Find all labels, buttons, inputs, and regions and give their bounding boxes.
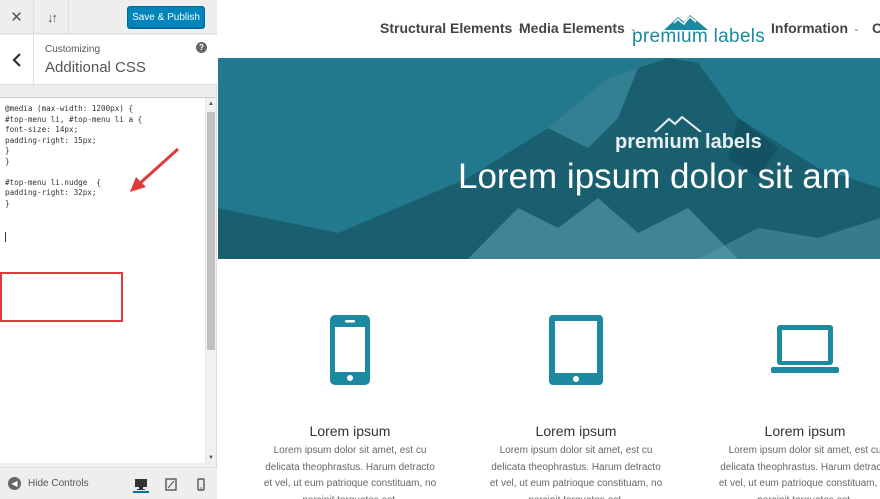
feature-card: Lorem ipsum Lorem ipsum dolor sit amet, … bbox=[486, 315, 666, 499]
feature-card: Lorem ipsum Lorem ipsum dolor sit amet, … bbox=[715, 315, 880, 499]
feature-title: Lorem ipsum bbox=[309, 423, 391, 439]
breadcrumb: Customizing bbox=[45, 44, 101, 55]
smartphone-icon bbox=[330, 315, 370, 385]
hero-logo-text: premium labels bbox=[615, 131, 762, 153]
text-cursor bbox=[5, 232, 6, 242]
hero-title: Lorem ipsum dolor sit am bbox=[458, 157, 851, 196]
site-preview: Structural Elements ⌄ Media Elements ⌄ pre… bbox=[218, 0, 880, 499]
hero-banner: premium labels Lorem ipsum dolor sit am bbox=[218, 58, 880, 259]
help-icon[interactable]: ? bbox=[196, 42, 207, 53]
feature-text: Lorem ipsum dolor sit amet, est cu delic… bbox=[718, 445, 880, 499]
customizer-header: ✕ ↓↑ Save & Publish bbox=[0, 0, 217, 34]
menu-item-truncated[interactable]: C bbox=[872, 20, 880, 36]
scroll-up-icon[interactable]: ▲ bbox=[207, 100, 215, 108]
annotation-arrow bbox=[130, 147, 180, 192]
menu-item-structural-elements[interactable]: Structural Elements ⌄ bbox=[380, 20, 524, 36]
scrollbar-thumb[interactable] bbox=[207, 112, 215, 350]
logo-text: premium labels bbox=[632, 26, 766, 47]
top-menu: Structural Elements ⌄ Media Elements ⌄ pre… bbox=[218, 0, 880, 57]
tablet-icon bbox=[549, 315, 603, 385]
feature-text: Lorem ipsum dolor sit amet, est cu delic… bbox=[263, 445, 437, 499]
save-publish-button[interactable]: Save & Publish bbox=[127, 6, 205, 28]
customizer-panel: ✕ ↓↑ Save & Publish Customizing Addition… bbox=[0, 0, 217, 499]
chevron-left-icon bbox=[11, 53, 21, 67]
feature-title: Lorem ipsum bbox=[764, 423, 846, 439]
editor-scrollbar[interactable]: ▲ ▼ bbox=[205, 98, 215, 463]
section-title: Additional CSS bbox=[45, 59, 146, 76]
hide-controls-icon: ◀ bbox=[8, 477, 21, 490]
scroll-down-icon[interactable]: ▼ bbox=[207, 454, 215, 462]
site-logo[interactable]: premium labels bbox=[632, 12, 765, 48]
hero-logo: premium labels bbox=[615, 116, 770, 154]
annotation-highlight-box bbox=[0, 272, 123, 322]
feature-card: Lorem ipsum Lorem ipsum dolor sit amet, … bbox=[260, 315, 440, 499]
reorder-icon[interactable]: ↓↑ bbox=[35, 0, 69, 34]
css-code[interactable]: @media (max-width: 1200px) { #top-menu l… bbox=[5, 104, 142, 209]
menu-item-label: Media Elements bbox=[519, 20, 625, 36]
hide-controls-label: Hide Controls bbox=[28, 478, 89, 489]
menu-item-label: Structural Elements bbox=[380, 20, 513, 36]
chevron-down-icon: ⌄ bbox=[853, 23, 860, 33]
back-button[interactable] bbox=[0, 35, 34, 85]
laptop-icon bbox=[771, 325, 839, 373]
mountain-logo-icon bbox=[654, 116, 702, 132]
menu-item-information[interactable]: Information ⌄ bbox=[771, 20, 860, 36]
feature-text: Lorem ipsum dolor sit amet, est cu delic… bbox=[489, 445, 663, 499]
close-icon[interactable]: ✕ bbox=[0, 0, 34, 34]
menu-item-label: Information bbox=[771, 20, 848, 36]
section-header: Customizing Additional CSS ? bbox=[0, 35, 217, 85]
customizer-footer: ◀ Hide Controls bbox=[0, 467, 217, 499]
feature-title: Lorem ipsum bbox=[535, 423, 617, 439]
hide-controls-button[interactable]: ◀ Hide Controls bbox=[8, 477, 89, 490]
menu-item-label: C bbox=[872, 20, 880, 36]
menu-item-media-elements[interactable]: Media Elements ⌄ bbox=[519, 20, 637, 36]
mobile-preview-icon[interactable] bbox=[193, 477, 209, 491]
desktop-preview-icon[interactable] bbox=[133, 476, 149, 493]
tablet-preview-icon[interactable] bbox=[163, 477, 179, 491]
